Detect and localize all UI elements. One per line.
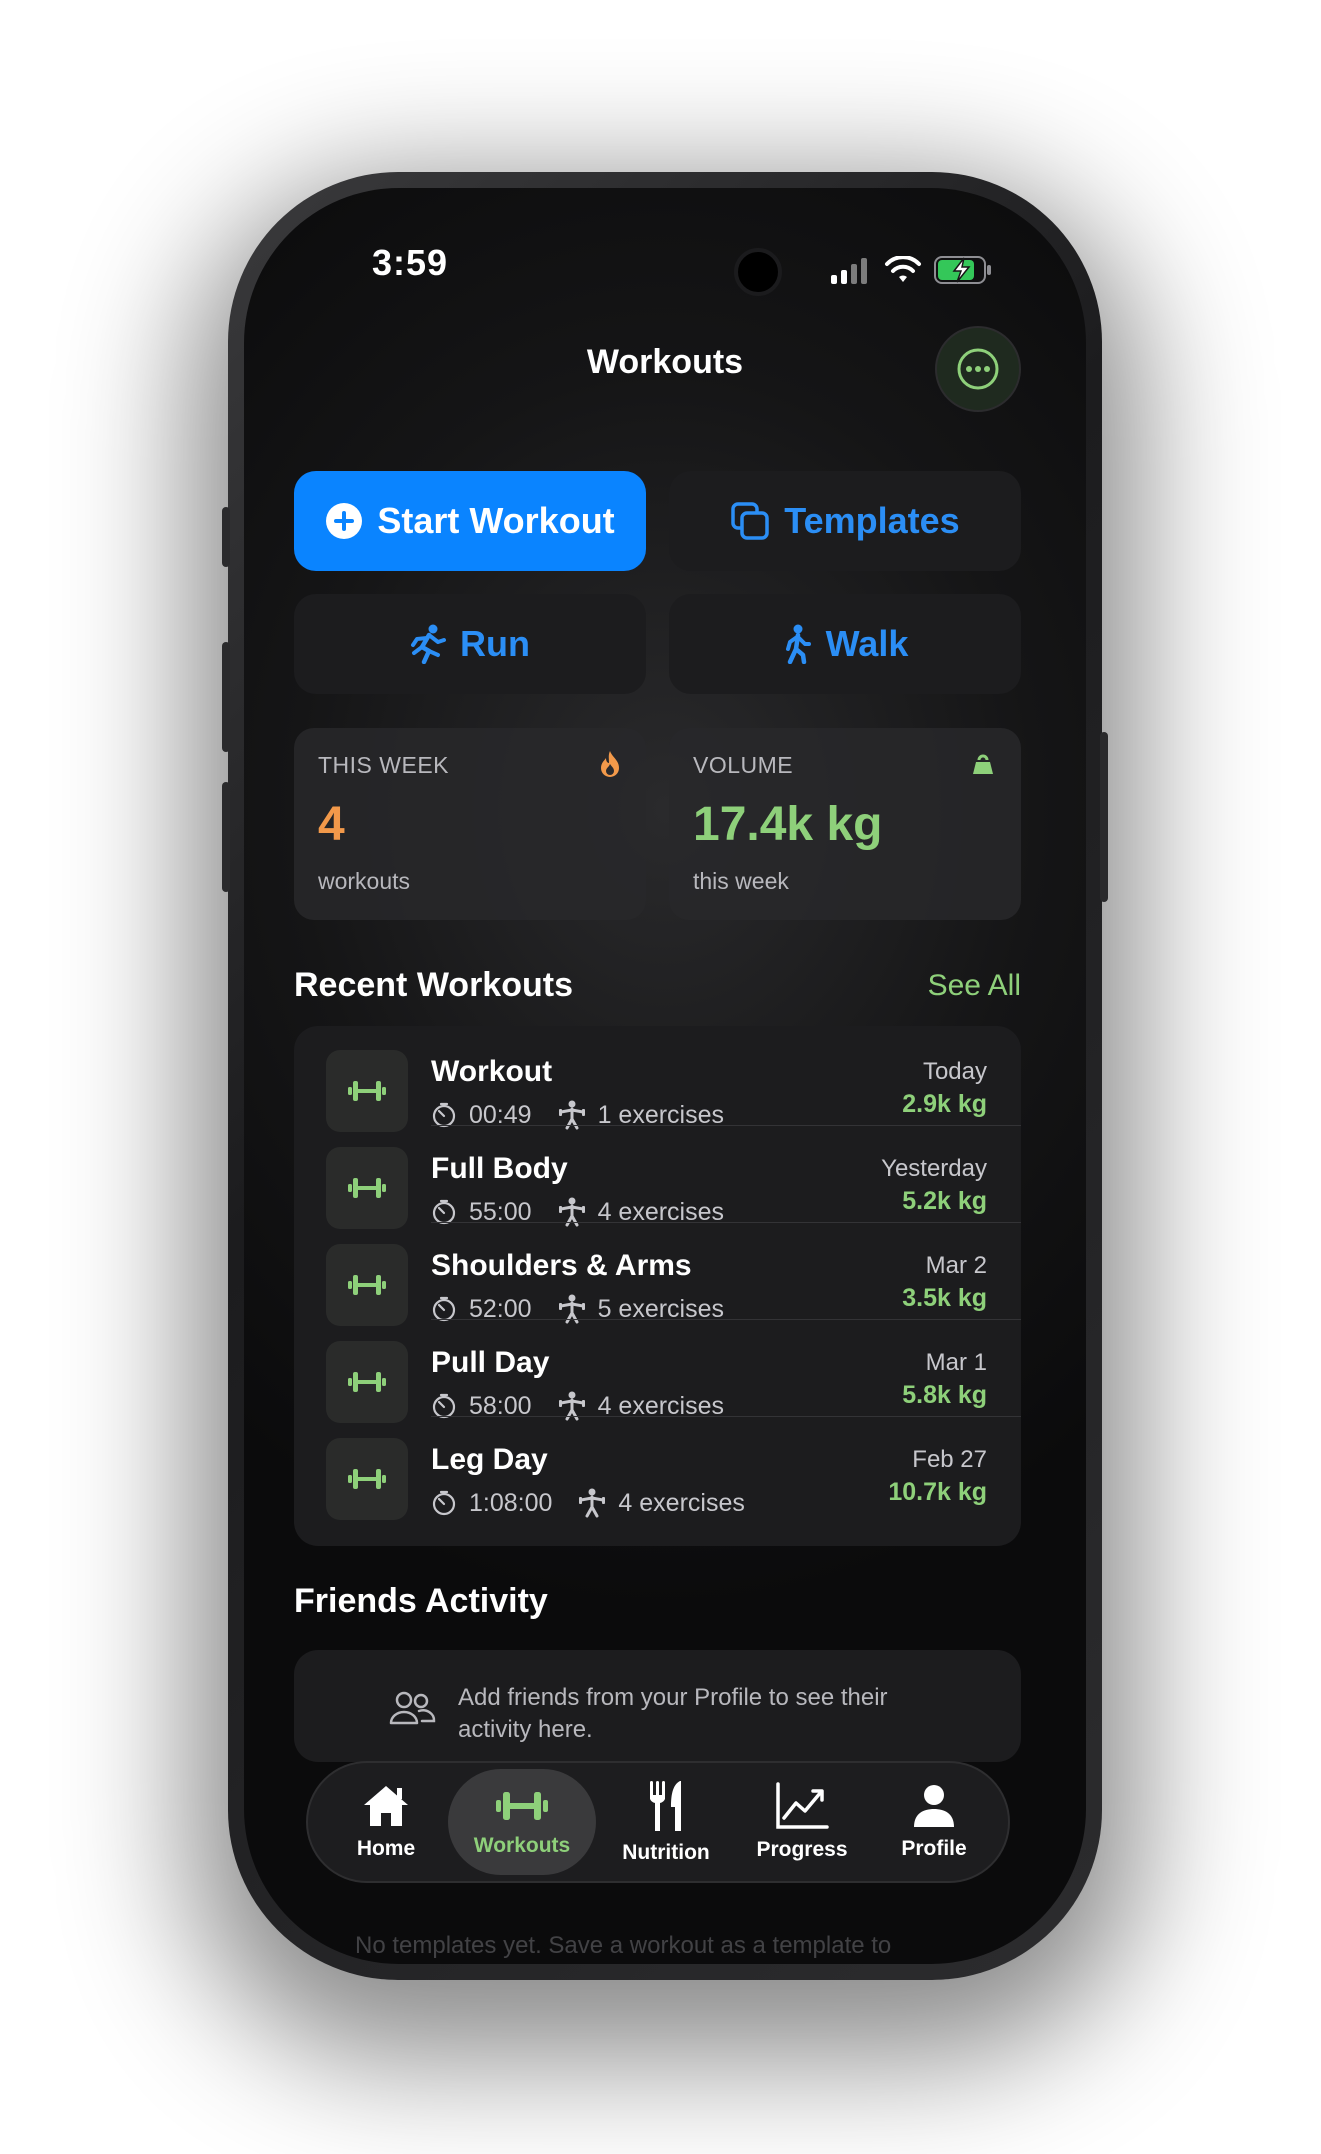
workout-volume: 5.2k kg <box>902 1187 987 1215</box>
workout-date: Mar 1 <box>925 1349 987 1376</box>
chart-line-icon <box>776 1782 829 1829</box>
workout-date: Yesterday <box>881 1155 987 1182</box>
volume-up-button <box>222 642 230 752</box>
tab-home[interactable]: Home <box>318 1763 454 1881</box>
workout-name: Leg Day <box>431 1443 548 1476</box>
ellipsis-circle-icon <box>957 348 999 390</box>
templates-empty-text: No templates yet. Save a workout as a te… <box>355 1932 892 1959</box>
workout-row[interactable]: Pull Day 58:00 4 exercises Mar 1 5.8k kg <box>294 1319 1021 1423</box>
walking-figure-icon <box>785 624 811 664</box>
start-workout-button[interactable]: Start Workout <box>294 471 646 571</box>
workout-row[interactable]: Leg Day 1:08:00 4 exercises Feb 27 10.7k kg <box>294 1416 1021 1520</box>
start-workout-label: Start Workout <box>377 500 615 541</box>
dumbbell-icon <box>348 1178 386 1198</box>
kettlebell-icon <box>973 754 993 774</box>
tab-workouts-label: Workouts <box>473 1834 571 1857</box>
volume-value: 17.4k kg <box>693 798 883 851</box>
workout-date: Mar 2 <box>925 1252 987 1279</box>
more-options-button[interactable] <box>935 326 1021 412</box>
tab-bar: Home Workouts Nutrition Progress Profile <box>306 1761 1010 1883</box>
person-icon <box>914 1785 954 1827</box>
workout-name: Full Body <box>431 1152 568 1185</box>
dumbbell-icon <box>348 1081 386 1101</box>
tab-profile-label: Profile <box>901 1837 967 1860</box>
status-time: 3:59 <box>372 242 449 283</box>
timer-icon <box>432 1490 456 1516</box>
see-all-link[interactable]: See All <box>928 969 1021 1003</box>
templates-copy-icon <box>731 502 770 540</box>
workout-icon-box <box>326 1438 408 1520</box>
dumbbell-icon <box>348 1372 386 1392</box>
phone-screen: 3:59 Workouts Start Workout Templates Ru… <box>244 188 1086 1964</box>
fork-knife-icon <box>650 1781 681 1831</box>
workout-exercises: 4 exercises <box>578 1488 745 1518</box>
recent-workouts-list: Workout 00:49 1 exercises Today 2.9k kg Full … <box>294 1026 1021 1546</box>
workout-volume: 3.5k kg <box>902 1284 987 1312</box>
volume-label: VOLUME <box>693 752 794 778</box>
exercise-figure-icon <box>579 1488 606 1518</box>
dumbbell-icon <box>348 1469 386 1489</box>
run-button[interactable]: Run <box>294 594 646 694</box>
cellular-signal-icon <box>831 258 871 284</box>
volume-sub: this week <box>693 868 789 894</box>
workout-icon-box <box>326 1147 408 1229</box>
workout-date: Feb 27 <box>912 1446 987 1473</box>
recent-workouts-title: Recent Workouts <box>294 966 573 1004</box>
workout-name: Workout <box>431 1055 553 1088</box>
workout-icon-box <box>326 1050 408 1132</box>
tab-nutrition[interactable]: Nutrition <box>598 1763 734 1881</box>
templates-label: Templates <box>784 500 960 541</box>
tab-workouts[interactable]: Workouts <box>448 1769 596 1875</box>
workout-exercise-count: 4 exercises <box>618 1488 745 1517</box>
friends-activity-title: Friends Activity <box>294 1582 548 1620</box>
dumbbell-icon <box>496 1792 548 1820</box>
flame-icon <box>601 751 619 777</box>
tab-progress-label: Progress <box>756 1838 848 1861</box>
this-week-label: THIS WEEK <box>318 752 450 778</box>
wifi-icon <box>885 256 921 282</box>
workout-date: Today <box>922 1058 987 1085</box>
workout-volume: 5.8k kg <box>902 1381 987 1409</box>
tab-nutrition-label: Nutrition <box>622 1841 710 1864</box>
volume-down-button <box>222 782 230 892</box>
front-camera <box>734 248 782 296</box>
battery-charging-icon <box>934 256 991 284</box>
friends-empty-text: Add friends from your Profile to see the… <box>458 1684 888 1743</box>
templates-button[interactable]: Templates <box>669 471 1021 571</box>
walk-button[interactable]: Walk <box>669 594 1021 694</box>
power-button <box>1100 732 1108 902</box>
volume-card: VOLUME 17.4k kg this week <box>669 728 1021 920</box>
workout-icon-box <box>326 1341 408 1423</box>
this-week-sub: workouts <box>318 868 411 894</box>
this-week-card: THIS WEEK 4 workouts <box>294 728 646 920</box>
workout-volume: 10.7k kg <box>888 1478 987 1506</box>
action-button <box>222 507 230 567</box>
house-icon <box>364 1786 408 1826</box>
workout-name: Shoulders & Arms <box>431 1249 692 1282</box>
plus-circle-icon <box>326 503 363 539</box>
workout-row[interactable]: Workout 00:49 1 exercises Today 2.9k kg <box>294 1028 1021 1132</box>
run-label: Run <box>460 623 530 664</box>
walk-label: Walk <box>825 623 909 664</box>
tab-profile[interactable]: Profile <box>866 1763 1002 1881</box>
workout-row[interactable]: Shoulders & Arms 52:00 5 exercises Mar 2 3.5… <box>294 1222 1021 1326</box>
workout-icon-box <box>326 1244 408 1326</box>
tab-progress[interactable]: Progress <box>734 1763 870 1881</box>
this-week-value: 4 <box>318 798 345 851</box>
workout-name: Pull Day <box>431 1346 550 1379</box>
tab-home-label: Home <box>356 1837 416 1860</box>
people-icon <box>389 1691 436 1725</box>
dumbbell-icon <box>348 1275 386 1295</box>
running-figure-icon <box>411 624 446 664</box>
workout-volume: 2.9k kg <box>902 1090 987 1118</box>
workout-row[interactable]: Full Body 55:00 4 exercises Yesterday 5.2k k… <box>294 1125 1021 1229</box>
friends-empty-card: Add friends from your Profile to see the… <box>294 1650 1021 1762</box>
workout-meta: 1:08:00 4 exercises <box>431 1488 745 1518</box>
workout-duration: 1:08:00 <box>469 1488 553 1517</box>
